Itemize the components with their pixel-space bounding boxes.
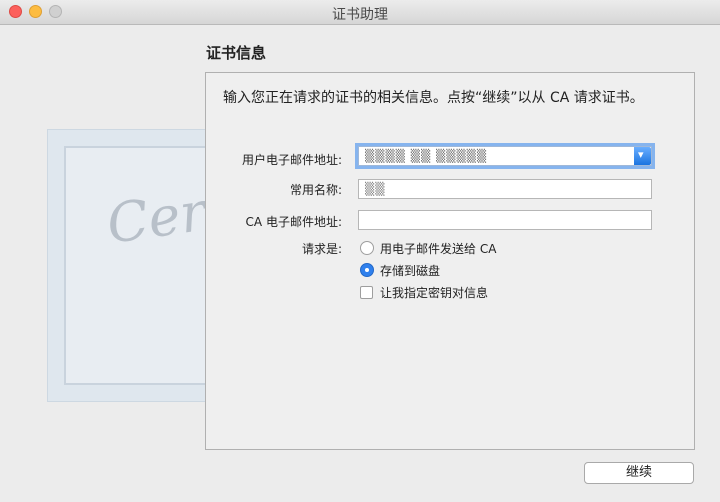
ca-email-label: CA 电子邮件地址: (245, 215, 342, 229)
save-to-disk-radio[interactable] (360, 263, 374, 277)
specify-key-pair-label[interactable]: 让我指定密钥对信息 (380, 284, 488, 301)
intro-text: 输入您正在请求的证书的相关信息。点按“继续”以从 CA 请求证书。 (223, 90, 644, 106)
email-to-ca-radio[interactable] (360, 241, 374, 255)
continue-button[interactable]: 继续 (584, 462, 694, 484)
save-to-disk-label[interactable]: 存储到磁盘 (380, 262, 440, 279)
chevron-down-icon: ▾ (638, 148, 644, 161)
user-email-value: ▒▒▒▒ ▒▒ ▒▒▒▒▒ (365, 149, 488, 163)
title-bar: 证书助理 (0, 0, 720, 25)
email-to-ca-label[interactable]: 用电子邮件发送给 CA (380, 240, 496, 257)
window-title: 证书助理 (332, 7, 388, 23)
user-email-combobox[interactable]: ▒▒▒▒ ▒▒ ▒▒▒▒▒ ▾ (358, 146, 652, 166)
common-name-value: ▒▒ (365, 182, 386, 196)
certificate-assistant-window: 证书助理 Certificate 证书信息 输入您正在请求的证书的相关信息。点按… (0, 0, 720, 502)
request-label: 请求是: (301, 242, 342, 256)
dropdown-arrow-button[interactable]: ▾ (634, 147, 651, 165)
section-title: 证书信息 (206, 44, 267, 62)
common-name-label: 常用名称: (289, 183, 342, 197)
ca-email-field[interactable] (358, 210, 652, 230)
certificate-info-panel: 输入您正在请求的证书的相关信息。点按“继续”以从 CA 请求证书。 用户电子邮件… (205, 72, 695, 450)
common-name-field[interactable]: ▒▒ (358, 179, 652, 199)
user-email-label: 用户电子邮件地址: (241, 153, 342, 167)
specify-key-pair-checkbox[interactable] (360, 286, 373, 299)
